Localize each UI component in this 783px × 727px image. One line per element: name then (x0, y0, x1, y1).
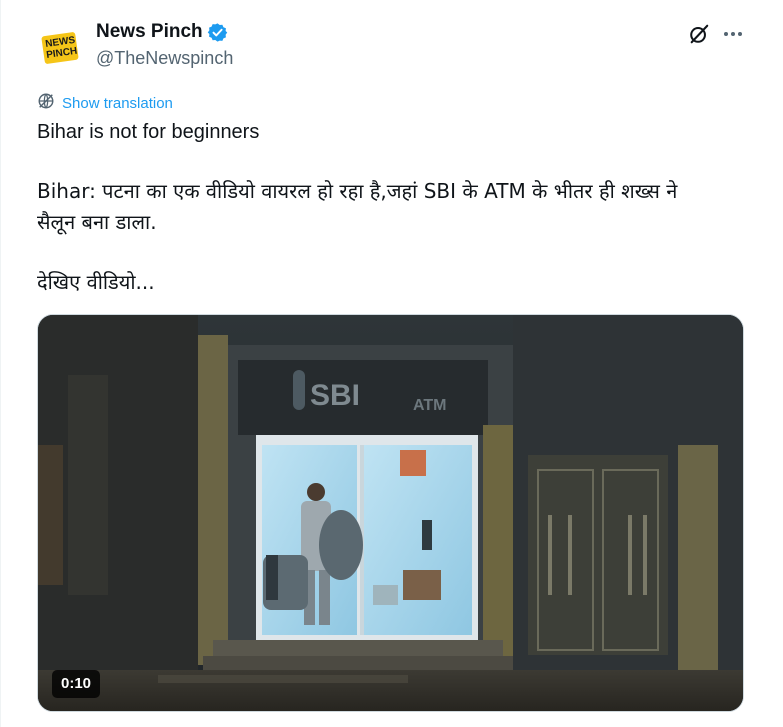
author-name-row[interactable]: News Pinch (96, 20, 228, 44)
display-name[interactable]: News Pinch (96, 20, 203, 44)
tweet-line-3: सैलून बना डाला. (37, 210, 157, 234)
avatar[interactable]: NEWS PINCH (38, 24, 84, 70)
tweet-line-1: Bihar is not for beginners (37, 121, 260, 143)
show-translation-link[interactable]: Show translation (37, 92, 173, 115)
author-handle[interactable]: @TheNewspinch (96, 47, 233, 69)
news-pinch-logo-icon: NEWS PINCH (38, 24, 84, 70)
tweet-line-4: देखिए वीडियो... (37, 270, 155, 294)
sbi-sign-text: SBI (310, 379, 360, 412)
tweet-card[interactable]: NEWS PINCH News Pinch @TheNewspinch Show… (0, 0, 783, 727)
translate-globe-icon (37, 92, 55, 115)
tweet-line-2: Bihar: पटना का एक वीडियो वायरल हो रहा है… (37, 179, 678, 203)
video-player[interactable]: SBI ATM 0:10 (37, 314, 744, 712)
video-thumbnail: SBI ATM (38, 315, 743, 711)
verified-badge-icon[interactable] (207, 22, 228, 43)
atm-sign-text: ATM (413, 397, 446, 414)
more-dots-icon[interactable] (719, 20, 747, 48)
show-translation-label[interactable]: Show translation (62, 94, 173, 114)
grok-icon[interactable] (685, 20, 713, 48)
video-duration-badge: 0:10 (52, 670, 101, 698)
